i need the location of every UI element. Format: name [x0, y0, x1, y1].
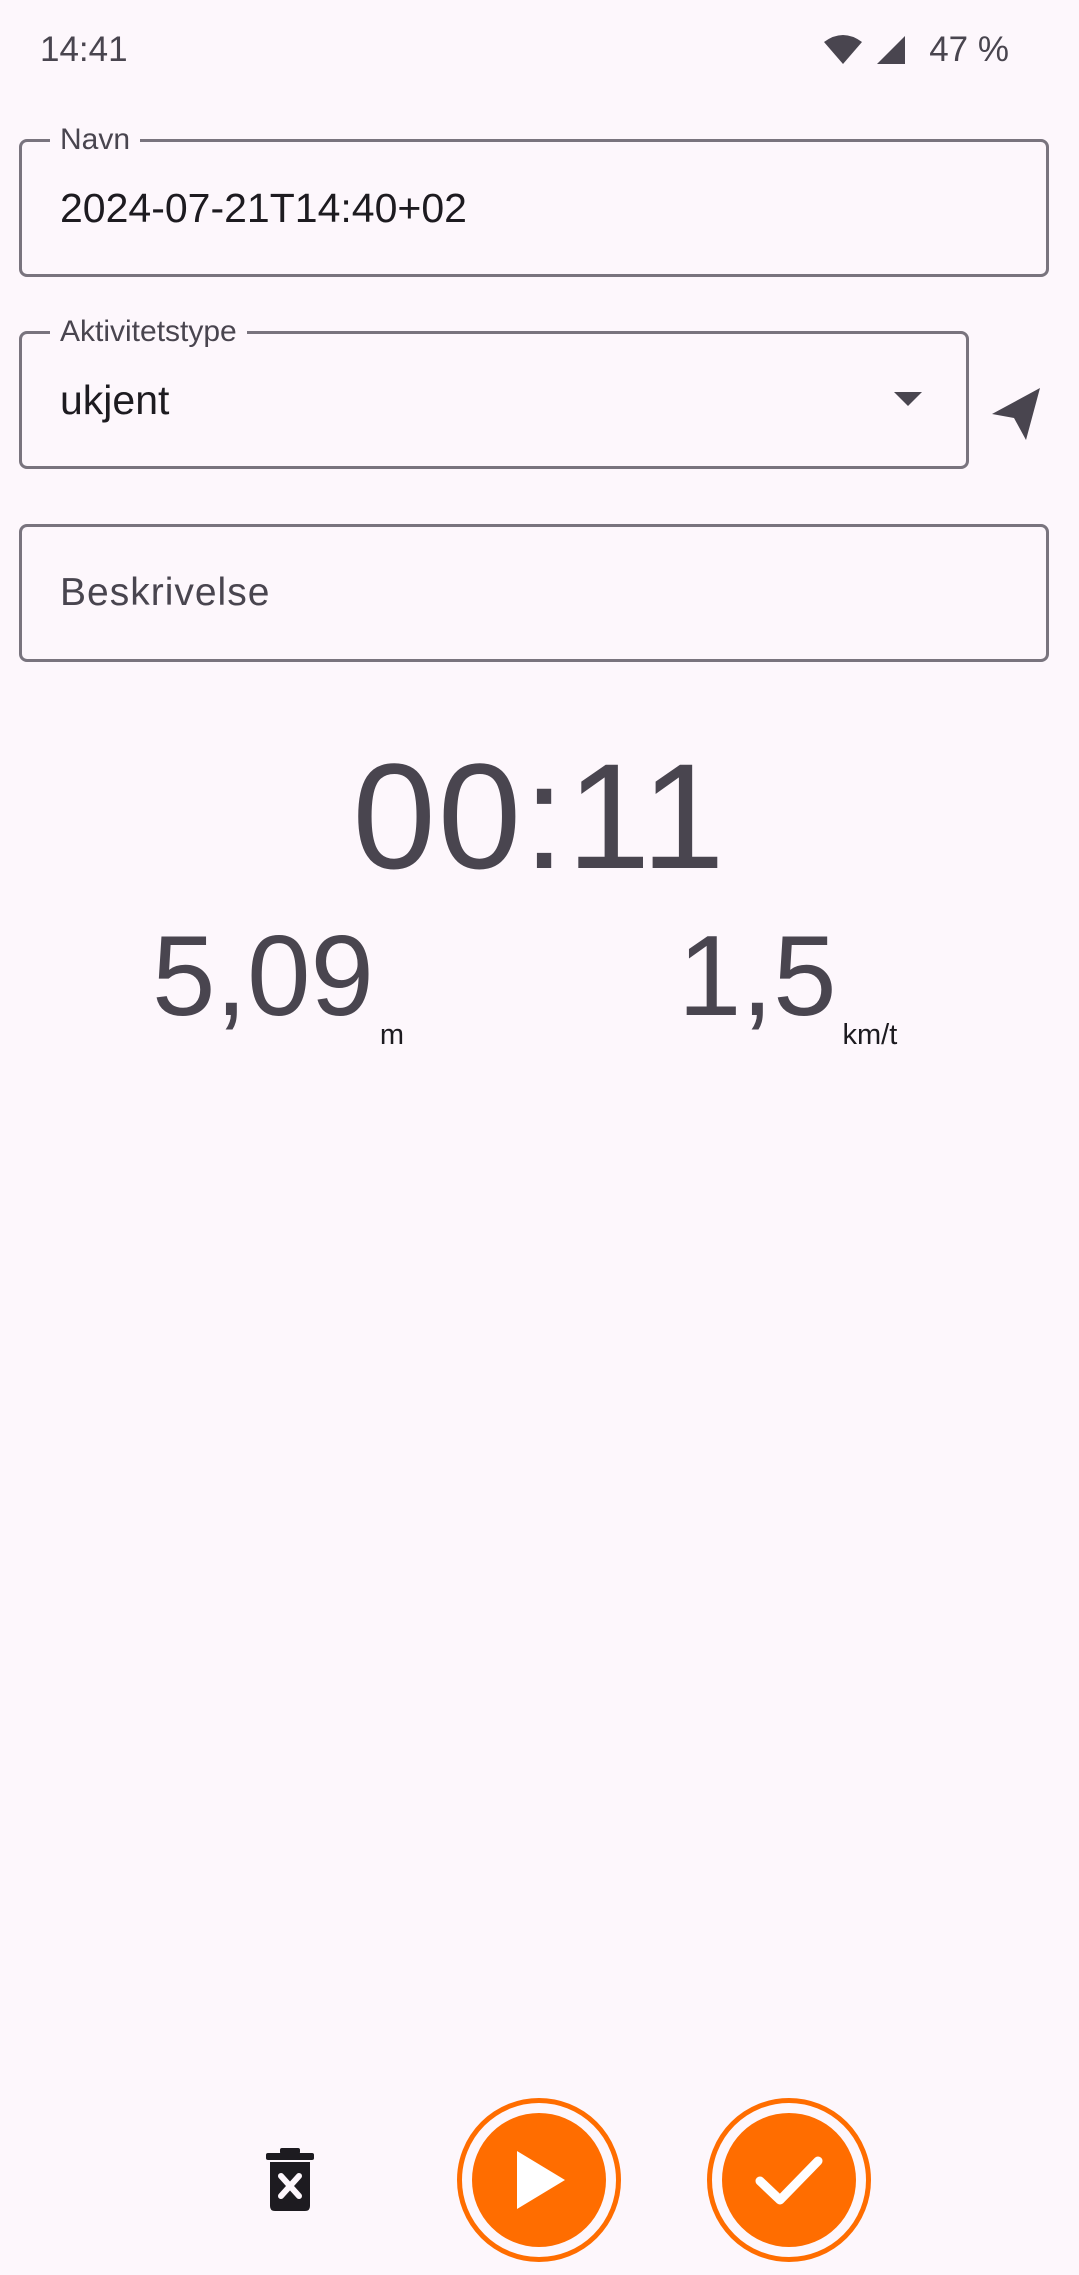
play-icon — [517, 2151, 565, 2209]
delete-icon[interactable] — [262, 2148, 318, 2212]
finish-button[interactable] — [707, 2098, 871, 2262]
signal-icon — [877, 36, 906, 64]
elapsed-time: 00:11 — [352, 732, 727, 900]
dropdown-arrow-icon — [894, 392, 922, 406]
activity-type-dropdown[interactable]: Aktivitetstype ukjent — [19, 312, 969, 469]
speed-value: 1,5 — [678, 913, 837, 1040]
distance-unit: m — [379, 1019, 405, 1051]
activity-type-value: ukjent — [60, 376, 170, 423]
play-button[interactable] — [457, 2098, 621, 2262]
check-icon — [755, 2156, 823, 2205]
description-placeholder: Beskrivelse — [60, 571, 271, 614]
status-time: 14:41 — [40, 30, 128, 69]
name-field-value: 2024-07-21T14:40+02 — [60, 184, 467, 231]
navigation-arrow-icon[interactable] — [990, 386, 1042, 442]
wifi-icon — [824, 35, 863, 64]
status-icons: 47 % — [823, 30, 1009, 70]
distance-value: 5,09 — [152, 913, 374, 1040]
description-field[interactable]: Beskrivelse — [19, 524, 1049, 662]
play-button-inner — [472, 2113, 606, 2247]
activity-recording-screen: 14:41 47 % Navn 2024-07-21T14:40+02 Akti… — [0, 0, 1079, 2275]
speed-unit: km/t — [842, 1019, 898, 1051]
distance-stat: 5,09 m — [152, 913, 404, 1052]
finish-button-inner — [722, 2113, 856, 2247]
speed-stat: 1,5 km/t — [678, 913, 897, 1052]
battery-level: 47 % — [929, 30, 1009, 69]
name-field[interactable]: Navn 2024-07-21T14:40+02 — [19, 120, 1049, 277]
